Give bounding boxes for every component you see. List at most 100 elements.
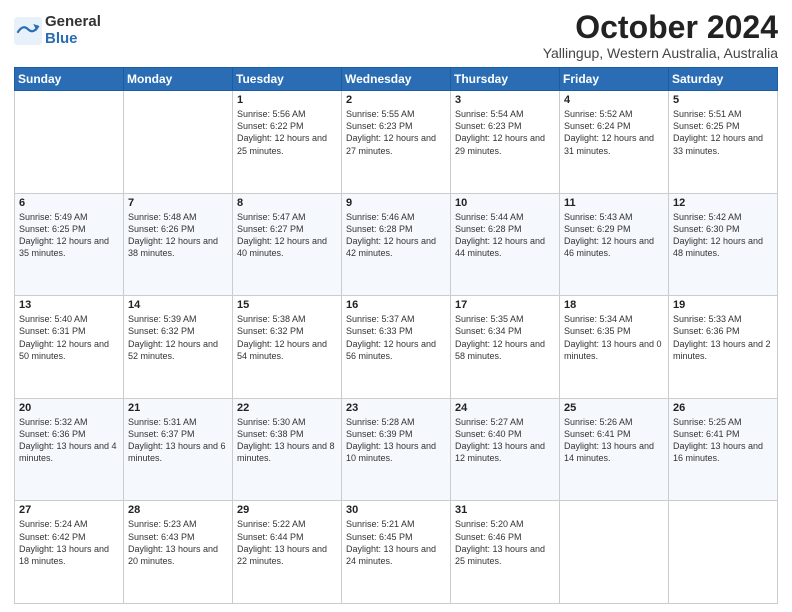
cell-content: Sunrise: 5:43 AMSunset: 6:29 PMDaylight:… xyxy=(564,211,664,260)
col-thursday: Thursday xyxy=(451,68,560,91)
cell-content: Sunrise: 5:28 AMSunset: 6:39 PMDaylight:… xyxy=(346,416,446,465)
table-row: 7 Sunrise: 5:48 AMSunset: 6:26 PMDaylight… xyxy=(124,193,233,296)
table-row xyxy=(124,91,233,194)
day-number: 2 xyxy=(346,94,446,106)
title-location: Yallingup, Western Australia, Australia xyxy=(543,45,778,61)
day-number: 15 xyxy=(237,299,337,311)
day-number: 30 xyxy=(346,504,446,516)
day-number: 8 xyxy=(237,197,337,209)
table-row: 21 Sunrise: 5:31 AMSunset: 6:37 PMDayligh… xyxy=(124,398,233,501)
calendar-week-row: 1Sunrise: 5:56 AMSunset: 6:22 PMDaylight… xyxy=(15,91,778,194)
logo: General Blue xyxy=(14,14,101,47)
col-friday: Friday xyxy=(560,68,669,91)
day-number: 22 xyxy=(237,402,337,414)
table-row: 3 Sunrise: 5:54 AMSunset: 6:23 PMDaylight… xyxy=(451,91,560,194)
cell-content: Sunrise: 5:31 AMSunset: 6:37 PMDaylight:… xyxy=(128,416,228,465)
table-row: 29Sunrise: 5:22 AMSunset: 6:44 PMDayligh… xyxy=(233,501,342,604)
table-row: 28 Sunrise: 5:23 AMSunset: 6:43 PMDayligh… xyxy=(124,501,233,604)
day-number: 21 xyxy=(128,402,228,414)
day-number: 11 xyxy=(564,197,664,209)
table-row: 11 Sunrise: 5:43 AMSunset: 6:29 PMDayligh… xyxy=(560,193,669,296)
cell-content: Sunrise: 5:25 AMSunset: 6:41 PMDaylight:… xyxy=(673,416,773,465)
cell-content: Sunrise: 5:40 AMSunset: 6:31 PMDaylight:… xyxy=(19,313,119,362)
cell-content: Sunrise: 5:46 AMSunset: 6:28 PMDaylight:… xyxy=(346,211,446,260)
cell-content: Sunrise: 5:37 AMSunset: 6:33 PMDaylight:… xyxy=(346,313,446,362)
table-row: 12 Sunrise: 5:42 AMSunset: 6:30 PMDayligh… xyxy=(669,193,778,296)
table-row: 15 Sunrise: 5:38 AMSunset: 6:32 PMDayligh… xyxy=(233,296,342,399)
table-row xyxy=(669,501,778,604)
col-tuesday: Tuesday xyxy=(233,68,342,91)
day-number: 16 xyxy=(346,299,446,311)
cell-content: Sunrise: 5:33 AMSunset: 6:36 PMDaylight:… xyxy=(673,313,773,362)
cell-content: Sunrise: 5:24 AMSunset: 6:42 PMDaylight:… xyxy=(19,518,119,567)
table-row: 24Sunrise: 5:27 AMSunset: 6:40 PMDayligh… xyxy=(451,398,560,501)
table-row: 6Sunrise: 5:49 AMSunset: 6:25 PMDaylight… xyxy=(15,193,124,296)
table-row: 5Sunrise: 5:51 AMSunset: 6:25 PMDaylight… xyxy=(669,91,778,194)
calendar-table: Sunday Monday Tuesday Wednesday Thursday… xyxy=(14,67,778,604)
cell-content: Sunrise: 5:35 AMSunset: 6:34 PMDaylight:… xyxy=(455,313,555,362)
cell-content: Sunrise: 5:26 AMSunset: 6:41 PMDaylight:… xyxy=(564,416,664,465)
cell-content: Sunrise: 5:30 AMSunset: 6:38 PMDaylight:… xyxy=(237,416,337,465)
cell-content: Sunrise: 5:39 AMSunset: 6:32 PMDaylight:… xyxy=(128,313,228,362)
day-number: 13 xyxy=(19,299,119,311)
day-number: 12 xyxy=(673,197,773,209)
table-row: 17 Sunrise: 5:35 AMSunset: 6:34 PMDayligh… xyxy=(451,296,560,399)
cell-content: Sunrise: 5:44 AMSunset: 6:28 PMDaylight:… xyxy=(455,211,555,260)
table-row: 14 Sunrise: 5:39 AMSunset: 6:32 PMDayligh… xyxy=(124,296,233,399)
table-row: 19 Sunrise: 5:33 AMSunset: 6:36 PMDayligh… xyxy=(669,296,778,399)
calendar-week-row: 20 Sunrise: 5:32 AMSunset: 6:36 PMDayligh… xyxy=(15,398,778,501)
table-row: 26 Sunrise: 5:25 AMSunset: 6:41 PMDayligh… xyxy=(669,398,778,501)
day-number: 19 xyxy=(673,299,773,311)
day-number: 17 xyxy=(455,299,555,311)
day-number: 29 xyxy=(237,504,337,516)
calendar-week-row: 6Sunrise: 5:49 AMSunset: 6:25 PMDaylight… xyxy=(15,193,778,296)
table-row: 9 Sunrise: 5:46 AMSunset: 6:28 PMDaylight… xyxy=(342,193,451,296)
table-row: 8 Sunrise: 5:47 AMSunset: 6:27 PMDaylight… xyxy=(233,193,342,296)
cell-content: Sunrise: 5:38 AMSunset: 6:32 PMDaylight:… xyxy=(237,313,337,362)
day-number: 1 xyxy=(237,94,337,106)
day-number: 26 xyxy=(673,402,773,414)
table-row: 16 Sunrise: 5:37 AMSunset: 6:33 PMDayligh… xyxy=(342,296,451,399)
calendar-header-row: Sunday Monday Tuesday Wednesday Thursday… xyxy=(15,68,778,91)
day-number: 10 xyxy=(455,197,555,209)
table-row: 25Sunrise: 5:26 AMSunset: 6:41 PMDayligh… xyxy=(560,398,669,501)
table-row: 20 Sunrise: 5:32 AMSunset: 6:36 PMDayligh… xyxy=(15,398,124,501)
day-number: 9 xyxy=(346,197,446,209)
table-row: 23Sunrise: 5:28 AMSunset: 6:39 PMDayligh… xyxy=(342,398,451,501)
day-number: 14 xyxy=(128,299,228,311)
day-number: 18 xyxy=(564,299,664,311)
logo-text: General Blue xyxy=(45,14,101,47)
day-number: 7 xyxy=(128,197,228,209)
title-month: October 2024 xyxy=(543,10,778,45)
table-row: 30Sunrise: 5:21 AMSunset: 6:45 PMDayligh… xyxy=(342,501,451,604)
table-row: 4Sunrise: 5:52 AMSunset: 6:24 PMDaylight… xyxy=(560,91,669,194)
table-row xyxy=(15,91,124,194)
cell-content: Sunrise: 5:42 AMSunset: 6:30 PMDaylight:… xyxy=(673,211,773,260)
cell-content: Sunrise: 5:54 AMSunset: 6:23 PMDaylight:… xyxy=(455,108,555,157)
cell-content: Sunrise: 5:48 AMSunset: 6:26 PMDaylight:… xyxy=(128,211,228,260)
day-number: 20 xyxy=(19,402,119,414)
cell-content: Sunrise: 5:23 AMSunset: 6:43 PMDaylight:… xyxy=(128,518,228,567)
cell-content: Sunrise: 5:27 AMSunset: 6:40 PMDaylight:… xyxy=(455,416,555,465)
col-saturday: Saturday xyxy=(669,68,778,91)
cell-content: Sunrise: 5:55 AMSunset: 6:23 PMDaylight:… xyxy=(346,108,446,157)
cell-content: Sunrise: 5:47 AMSunset: 6:27 PMDaylight:… xyxy=(237,211,337,260)
day-number: 28 xyxy=(128,504,228,516)
day-number: 6 xyxy=(19,197,119,209)
day-number: 3 xyxy=(455,94,555,106)
col-sunday: Sunday xyxy=(15,68,124,91)
col-wednesday: Wednesday xyxy=(342,68,451,91)
cell-content: Sunrise: 5:34 AMSunset: 6:35 PMDaylight:… xyxy=(564,313,664,362)
cell-content: Sunrise: 5:32 AMSunset: 6:36 PMDaylight:… xyxy=(19,416,119,465)
table-row: 10 Sunrise: 5:44 AMSunset: 6:28 PMDayligh… xyxy=(451,193,560,296)
table-row: 1Sunrise: 5:56 AMSunset: 6:22 PMDaylight… xyxy=(233,91,342,194)
day-number: 27 xyxy=(19,504,119,516)
table-row: 2 Sunrise: 5:55 AMSunset: 6:23 PMDaylight… xyxy=(342,91,451,194)
table-row xyxy=(560,501,669,604)
calendar-week-row: 13 Sunrise: 5:40 AMSunset: 6:31 PMDayligh… xyxy=(15,296,778,399)
title-block: October 2024 Yallingup, Western Australi… xyxy=(543,10,778,61)
table-row: 31Sunrise: 5:20 AMSunset: 6:46 PMDayligh… xyxy=(451,501,560,604)
table-row: 22 Sunrise: 5:30 AMSunset: 6:38 PMDayligh… xyxy=(233,398,342,501)
day-number: 4 xyxy=(564,94,664,106)
calendar-week-row: 27 Sunrise: 5:24 AMSunset: 6:42 PMDayligh… xyxy=(15,501,778,604)
